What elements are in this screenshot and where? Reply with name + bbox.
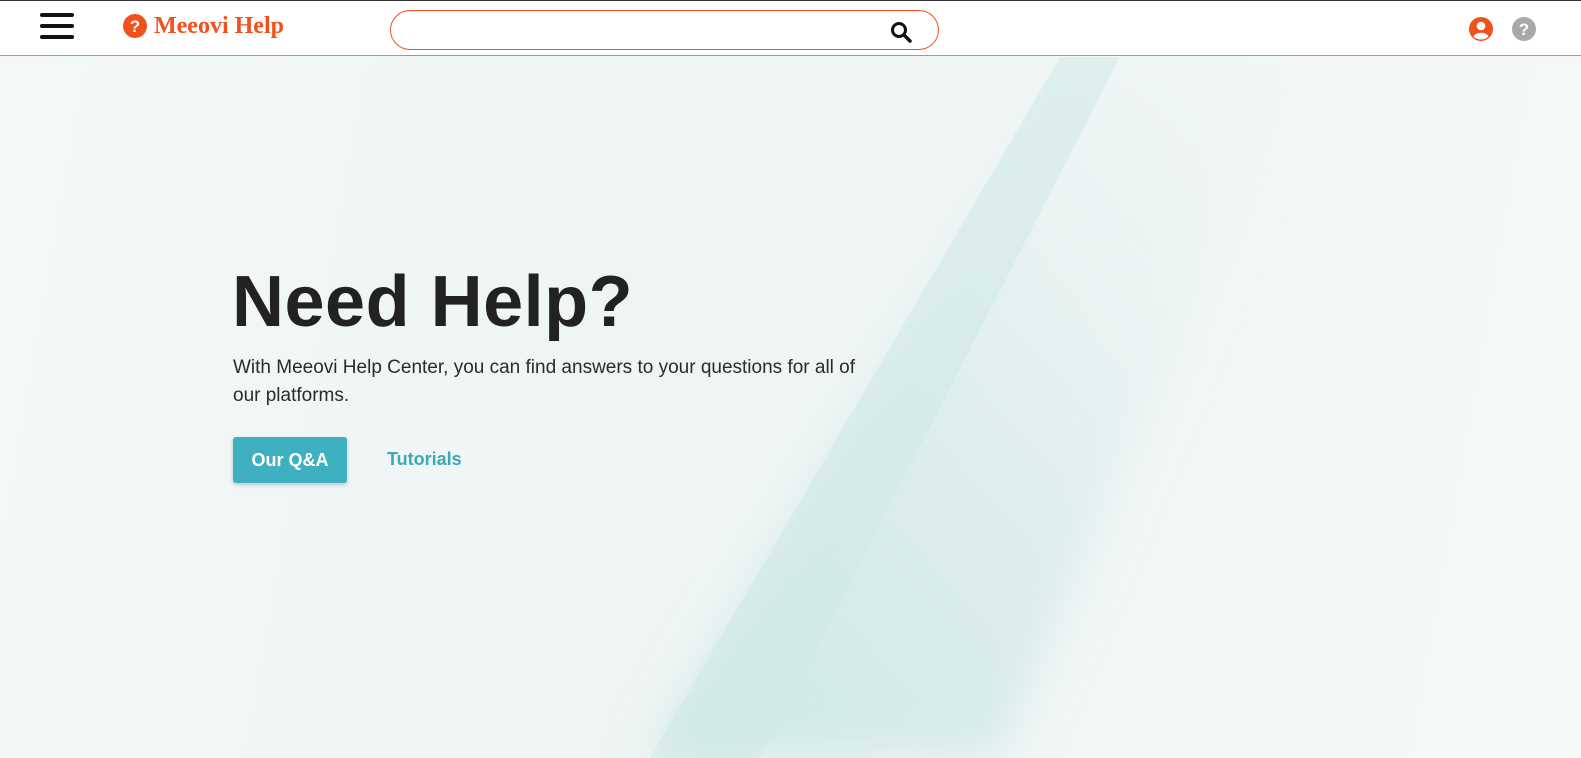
search-icon[interactable] xyxy=(889,20,913,44)
top-navbar: ? Meeovi Help ? xyxy=(0,0,1581,56)
svg-text:?: ? xyxy=(1519,20,1529,39)
svg-text:?: ? xyxy=(130,17,140,36)
search-bar xyxy=(390,10,939,50)
hamburger-menu-icon[interactable] xyxy=(40,13,74,39)
help-question-icon[interactable]: ? xyxy=(1511,16,1537,42)
user-circle-icon[interactable] xyxy=(1468,16,1494,42)
hero-section: Need Help? With Meeovi Help Center, you … xyxy=(0,57,1581,758)
page-title: Need Help? xyxy=(232,262,634,342)
question-circle-icon: ? xyxy=(123,14,147,38)
hero-description: With Meeovi Help Center, you can find an… xyxy=(233,357,856,406)
our-qa-button[interactable]: Our Q&A xyxy=(233,437,347,483)
tutorials-link[interactable]: Tutorials xyxy=(387,449,462,470)
search-input[interactable] xyxy=(407,17,877,43)
logo[interactable]: ? Meeovi Help xyxy=(122,11,284,41)
logo-text: Meeovi Help xyxy=(154,12,284,39)
